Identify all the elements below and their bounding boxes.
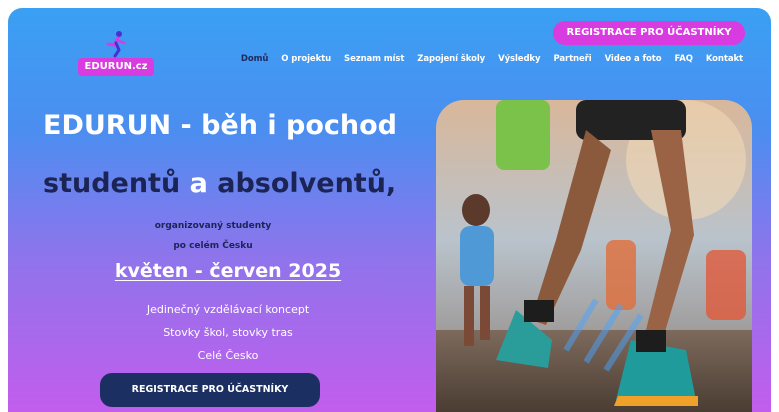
hero-subtitle-line2: po celém Česku: [173, 241, 253, 251]
nav-item-seznam-mist[interactable]: Seznam míst: [344, 54, 404, 64]
nav-item-vysledky[interactable]: Výsledky: [498, 54, 540, 64]
nav-item-kontakt[interactable]: Kontakt: [706, 54, 743, 64]
nav-item-o-projektu[interactable]: O projektu: [281, 54, 331, 64]
nav-item-video-a-foto[interactable]: Video a foto: [605, 54, 662, 64]
hero-title-line2: studentů a absolventů,: [43, 168, 396, 199]
header-register-button[interactable]: REGISTRACE PRO ÚČASTNÍKY: [553, 21, 745, 45]
hero-title-part2: absolventů,: [217, 168, 397, 199]
runner-logo-icon: [106, 31, 126, 58]
site-logo[interactable]: EDURUN.cz: [78, 28, 154, 78]
hero-tagline-1: Jedinečný vzdělávací koncept: [146, 303, 310, 316]
nav-item-domu[interactable]: Domů: [241, 54, 269, 64]
nav-item-faq[interactable]: FAQ: [675, 54, 693, 64]
hero-subtitle-line1: organizovaný studenty: [154, 221, 272, 231]
hero-date: květen - červen 2025: [114, 260, 342, 282]
nav-item-zapojeni-skoly[interactable]: Zapojení školy: [417, 54, 485, 64]
hero-tagline-2: Stovky škol, stovky tras: [163, 326, 293, 339]
runners-photo: [436, 100, 752, 412]
hero-register-button[interactable]: REGISTRACE PRO ÚČASTNÍKY: [100, 373, 320, 407]
main-nav: Domů O projektu Seznam míst Zapojení ško…: [241, 54, 743, 64]
hero-title-line1: EDURUN - běh i pochod: [43, 110, 397, 141]
nav-item-partneri[interactable]: Partneři: [553, 54, 591, 64]
hero-title-highlight: a: [189, 168, 208, 199]
hero-title-part1: studentů: [43, 168, 181, 199]
runners-illustration: [436, 100, 752, 412]
hero-section: EDURUN.cz REGISTRACE PRO ÚČASTNÍKY Domů …: [8, 8, 771, 412]
hero-tagline-3: Celé Česko: [197, 349, 259, 362]
logo-text: EDURUN.cz: [78, 58, 154, 76]
